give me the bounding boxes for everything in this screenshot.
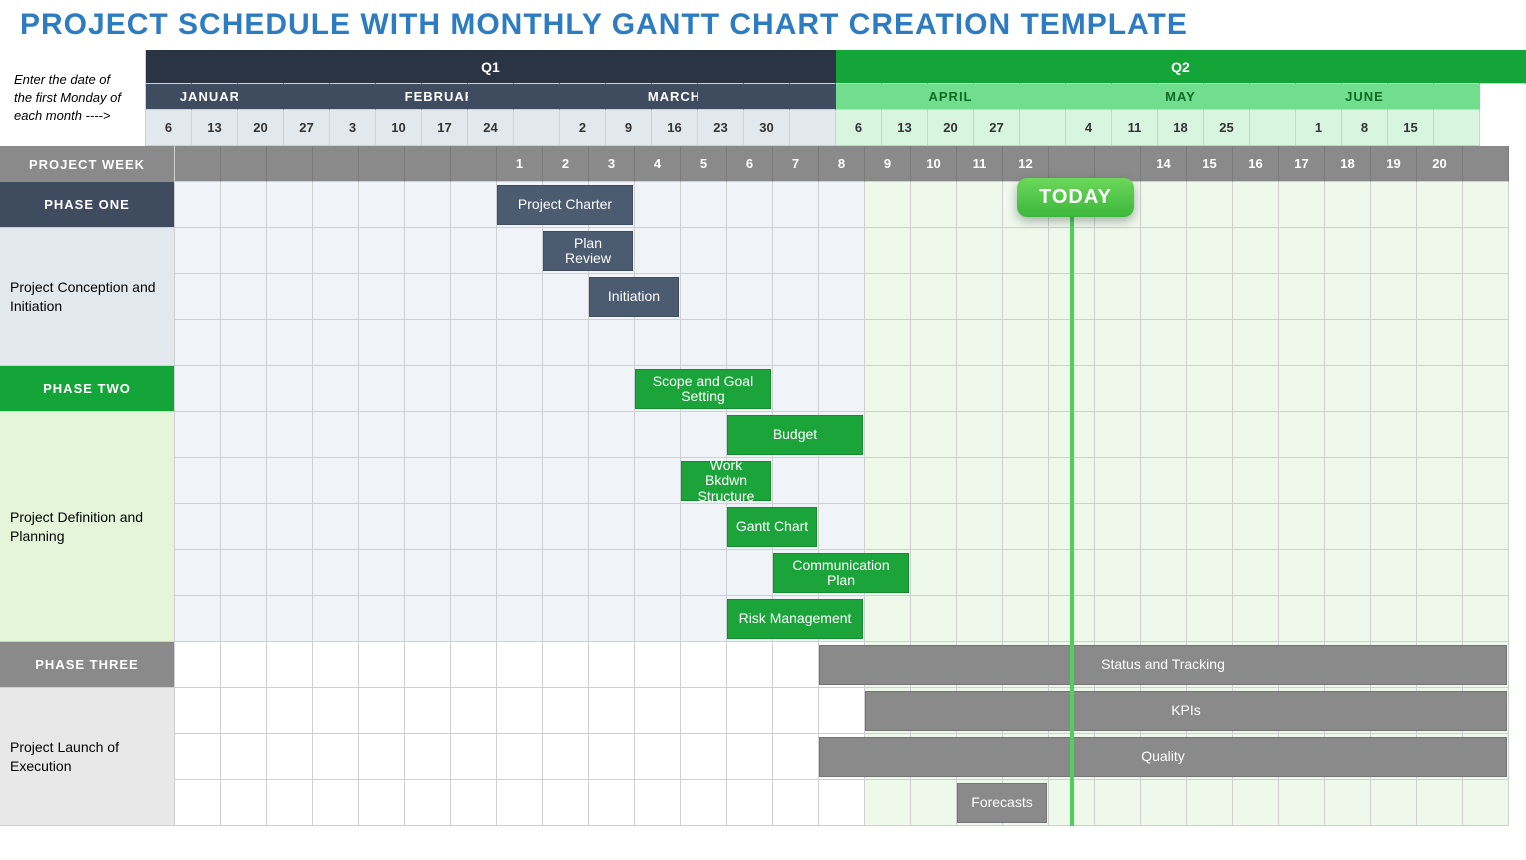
gantt-bar[interactable]: Scope and Goal Setting [635, 369, 771, 409]
phase-label: PHASE ONE [0, 182, 175, 228]
today-pill: TODAY [1017, 178, 1134, 217]
phase-label: PHASE THREE [0, 642, 175, 688]
instruction-label: Enter the date of the first Monday of ea… [0, 50, 146, 146]
group-label: Project Definition and Planning [0, 412, 175, 642]
project-week-header: PROJECT WEEK [0, 146, 175, 182]
gantt-chart: Enter the date of the first Monday of ea… [0, 50, 1526, 826]
gantt-bar[interactable]: Quality [819, 737, 1507, 777]
gantt-bar[interactable]: Risk Management [727, 599, 863, 639]
gantt-bar[interactable]: Status and Tracking [819, 645, 1507, 685]
gantt-row [0, 228, 1526, 274]
gantt-bar[interactable]: Work Bkdwn Structure [681, 461, 771, 501]
gantt-bar[interactable]: Gantt Chart [727, 507, 817, 547]
month-row: JANUARYFEBRUARYMARCHAPRILMAYJUNE [146, 84, 1526, 110]
page-title: PROJECT SCHEDULE WITH MONTHLY GANTT CHAR… [0, 0, 1526, 50]
today-marker [1070, 182, 1074, 826]
gantt-row [0, 550, 1526, 596]
quarter-row: Q1Q2 [146, 50, 1526, 84]
gantt-row [0, 274, 1526, 320]
date-row: 6132027310172429162330613202741118251815 [146, 110, 1526, 146]
gantt-row: PHASE ONE [0, 182, 1526, 228]
gantt-row [0, 780, 1526, 826]
group-label: Project Conception and Initiation [0, 228, 175, 366]
phase-label: PHASE TWO [0, 366, 175, 412]
gantt-bar[interactable]: Communication Plan [773, 553, 909, 593]
group-label: Project Launch of Execution [0, 688, 175, 826]
week-row: 12345678910111214151617181920 [175, 146, 1509, 182]
gantt-bar[interactable]: Project Charter [497, 185, 633, 225]
gantt-body: TODAY Project CharterPHASE ONEProject Co… [0, 182, 1526, 826]
gantt-bar[interactable]: KPIs [865, 691, 1507, 731]
gantt-bar[interactable]: Initiation [589, 277, 679, 317]
gantt-bar[interactable]: Forecasts [957, 783, 1047, 823]
gantt-bar[interactable]: Budget [727, 415, 863, 455]
gantt-row [0, 320, 1526, 366]
gantt-bar[interactable]: Plan Review [543, 231, 633, 271]
